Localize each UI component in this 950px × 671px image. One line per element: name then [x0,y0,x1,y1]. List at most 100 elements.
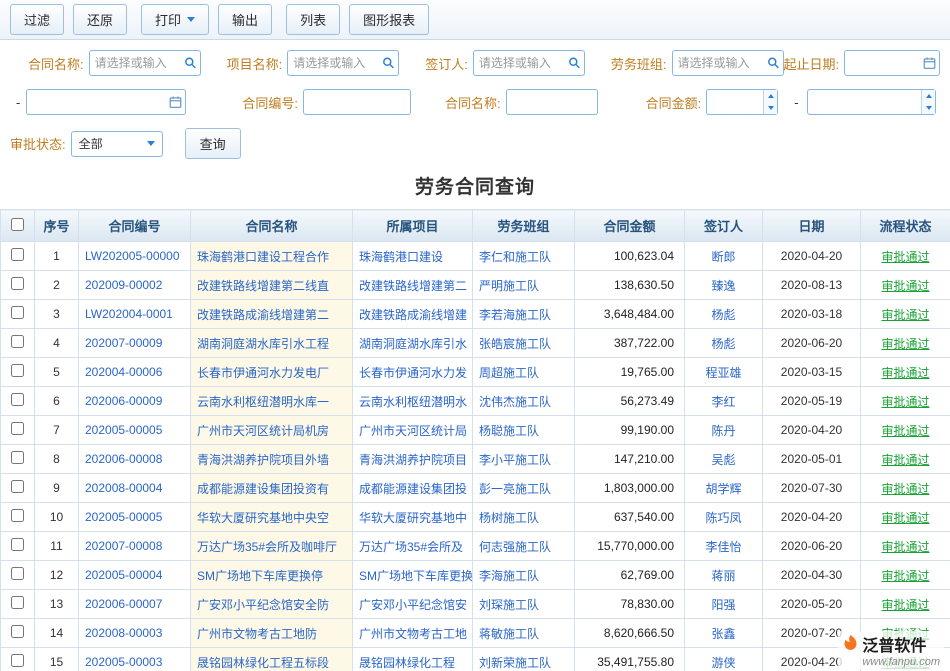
status-link[interactable]: 审批通过 [881,598,929,612]
signer-link[interactable]: 陈巧凤 [705,511,741,525]
project-link[interactable]: 广州市天河区统计局 [359,424,467,438]
signer-link[interactable]: 断郎 [711,250,735,264]
signer-link[interactable]: 吴彪 [711,453,735,467]
name-link[interactable]: 改建铁路成渝线增建第二 [197,308,329,322]
team-link[interactable]: 刘新荣施工队 [479,656,551,670]
row-checkbox[interactable] [11,538,24,551]
column-header-signer[interactable]: 签订人 [685,210,763,242]
row-checkbox[interactable] [11,306,24,319]
name-link[interactable]: 广州市天河区统计局机房 [197,424,329,438]
name-link[interactable]: 华软大厦研究基地中央空 [197,511,329,525]
no-link[interactable]: 202009-00002 [85,278,162,292]
project-link[interactable]: SM广场地下车库更换 [359,569,473,583]
team-link[interactable]: 彭一亮施工队 [479,482,551,496]
print-button[interactable]: 打印 [141,4,209,35]
search-icon[interactable] [767,57,780,70]
signer-link[interactable]: 张鑫 [711,627,735,641]
project-link[interactable]: 长春市伊通河水力发 [359,366,467,380]
signer-link[interactable]: 阳强 [711,598,735,612]
row-checkbox[interactable] [11,654,24,667]
export-button[interactable]: 输出 [218,4,272,35]
status-link[interactable]: 审批通过 [881,250,929,264]
signer-link[interactable]: 程亚雄 [705,366,741,380]
row-checkbox[interactable] [11,393,24,406]
contract-name2-input[interactable] [506,89,598,115]
no-link[interactable]: 202006-00007 [85,597,162,611]
status-link[interactable]: 审批通过 [881,279,929,293]
team-link[interactable]: 杨树施工队 [479,511,539,525]
project-link[interactable]: 广州市文物考古工地 [359,627,467,641]
column-header-project[interactable]: 所属项目 [353,210,473,242]
status-link[interactable]: 审批通过 [881,569,929,583]
signer-link[interactable]: 陈丹 [711,424,735,438]
name-link[interactable]: 广安邓小平纪念馆安全防 [197,598,329,612]
signer-link[interactable]: 杨彪 [711,337,735,351]
column-header-status[interactable]: 流程状态 [861,210,950,242]
row-checkbox[interactable] [11,567,24,580]
project-link[interactable]: 云南水利枢纽潜明水 [359,395,467,409]
row-checkbox[interactable] [11,596,24,609]
no-link[interactable]: 202004-00006 [85,365,162,379]
status-link[interactable]: 审批通过 [881,308,929,322]
no-link[interactable]: 202008-00003 [85,626,162,640]
status-link[interactable]: 审批通过 [881,627,929,641]
column-header-seq[interactable]: 序号 [35,210,79,242]
signer-link[interactable]: 游侠 [711,656,735,670]
team-link[interactable]: 杨聪施工队 [479,424,539,438]
status-link[interactable]: 审批通过 [881,424,929,438]
team-link[interactable]: 李小平施工队 [479,453,551,467]
signer-link[interactable]: 胡学辉 [705,482,741,496]
project-link[interactable]: 珠海鹤港口建设 [359,250,443,264]
project-link[interactable]: 成都能源建设集团投 [359,482,467,496]
row-checkbox[interactable] [11,364,24,377]
no-link[interactable]: 202007-00008 [85,539,162,553]
column-header-name[interactable]: 合同名称 [191,210,353,242]
team-link[interactable]: 李仁和施工队 [479,250,551,264]
column-header-amount[interactable]: 合同金额 [575,210,685,242]
row-checkbox[interactable] [11,509,24,522]
column-header-team[interactable]: 劳务班组 [473,210,575,242]
signer-link[interactable]: 臻逸 [711,279,735,293]
spin-down-icon[interactable] [764,102,777,114]
spin-up-icon[interactable] [764,90,777,102]
approval-status-select[interactable]: 全部 [71,131,163,157]
row-checkbox[interactable] [11,335,24,348]
search-icon[interactable] [568,57,581,70]
status-link[interactable]: 审批通过 [881,453,929,467]
team-link[interactable]: 刘琛施工队 [479,598,539,612]
row-checkbox[interactable] [11,422,24,435]
date-end-input[interactable] [26,89,186,115]
name-link[interactable]: 晟铭园林绿化工程五标段 [197,656,329,670]
name-link[interactable]: 云南水利枢纽潜明水库一 [197,395,329,409]
select-all-checkbox[interactable] [11,218,24,231]
project-link[interactable]: 广安邓小平纪念馆安 [359,598,467,612]
name-link[interactable]: 珠海鹤港口建设工程合作 [197,250,329,264]
graph-report-button[interactable]: 图形报表 [349,4,429,35]
team-link[interactable]: 严明施工队 [479,279,539,293]
signer-link[interactable]: 李红 [711,395,735,409]
spin-down-icon[interactable] [922,102,935,114]
no-link[interactable]: 202005-00003 [85,655,162,669]
query-button[interactable]: 查询 [185,128,241,159]
no-link[interactable]: 202006-00009 [85,394,162,408]
name-link[interactable]: 改建铁路线增建第二线直 [197,279,329,293]
spin-up-icon[interactable] [922,90,935,102]
status-link[interactable]: 审批通过 [881,337,929,351]
project-link[interactable]: 改建铁路线增建第二 [359,279,467,293]
team-link[interactable]: 沈伟杰施工队 [479,395,551,409]
team-link[interactable]: 何志强施工队 [479,540,551,554]
name-link[interactable]: 湖南洞庭湖水库引水工程 [197,337,329,351]
status-link[interactable]: 审批通过 [881,366,929,380]
status-link[interactable]: 审批通过 [881,656,929,670]
project-link[interactable]: 青海洪湖养护院项目 [359,453,467,467]
column-header-no[interactable]: 合同编号 [79,210,191,242]
team-link[interactable]: 张皓宸施工队 [479,337,551,351]
no-link[interactable]: 202005-00004 [85,568,162,582]
column-header-date[interactable]: 日期 [763,210,861,242]
project-link[interactable]: 万达广场35#会所及 [359,540,463,554]
team-link[interactable]: 李海施工队 [479,569,539,583]
signer-link[interactable]: 杨彪 [711,308,735,322]
name-link[interactable]: 成都能源建设集团投资有 [197,482,329,496]
project-link[interactable]: 晟铭园林绿化工程 [359,656,455,670]
amount-max-input[interactable] [807,89,936,115]
